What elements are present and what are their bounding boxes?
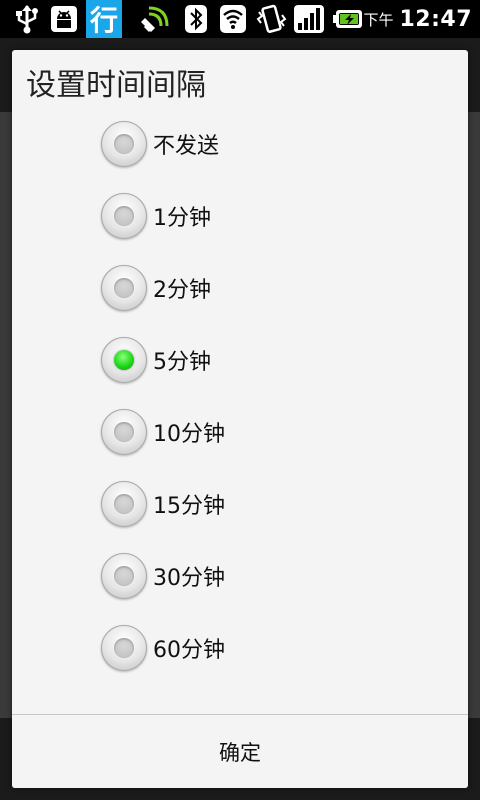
interval-dialog: 设置时间间隔 不发送 1分钟 2分钟 5分钟 10分钟 15分钟 30分钟 60… bbox=[12, 50, 468, 788]
signal-icon bbox=[292, 3, 326, 35]
bluetooth-icon bbox=[182, 3, 210, 35]
radio-button[interactable] bbox=[101, 337, 147, 383]
option-30-minutes[interactable]: 30分钟 bbox=[12, 540, 468, 612]
option-60-minutes[interactable]: 60分钟 bbox=[12, 612, 468, 684]
battery-charging-icon bbox=[332, 3, 366, 35]
radio-button[interactable] bbox=[101, 265, 147, 311]
confirm-button[interactable]: 确定 bbox=[12, 715, 468, 788]
wifi-icon bbox=[218, 3, 248, 35]
radio-indicator bbox=[114, 206, 134, 226]
radio-indicator bbox=[114, 638, 134, 658]
option-label: 15分钟 bbox=[153, 494, 225, 519]
radio-indicator bbox=[114, 422, 134, 442]
option-label: 2分钟 bbox=[153, 278, 211, 303]
option-label: 不发送 bbox=[153, 134, 220, 159]
interval-options-list: 不发送 1分钟 2分钟 5分钟 10分钟 15分钟 30分钟 60分钟 bbox=[12, 108, 468, 684]
option-none[interactable]: 不发送 bbox=[12, 108, 468, 180]
radio-indicator bbox=[114, 566, 134, 586]
option-10-minutes[interactable]: 10分钟 bbox=[12, 396, 468, 468]
radio-indicator bbox=[114, 350, 134, 370]
option-2-minutes[interactable]: 2分钟 bbox=[12, 252, 468, 324]
clock-time: 12:47 bbox=[399, 6, 472, 32]
option-label: 1分钟 bbox=[153, 206, 211, 231]
dialog-button-bar: 确定 bbox=[12, 715, 468, 788]
option-1-minute[interactable]: 1分钟 bbox=[12, 180, 468, 252]
radio-button[interactable] bbox=[101, 625, 147, 671]
status-bar: 行 下午 12:47 bbox=[0, 0, 480, 38]
option-label: 10分钟 bbox=[153, 422, 225, 447]
option-5-minutes[interactable]: 5分钟 bbox=[12, 324, 468, 396]
app-notification-icon: 行 bbox=[86, 0, 122, 38]
radio-button[interactable] bbox=[101, 481, 147, 527]
radio-indicator bbox=[114, 278, 134, 298]
dialog-title: 设置时间间隔 bbox=[26, 68, 206, 103]
radio-indicator bbox=[114, 134, 134, 154]
android-debug-icon bbox=[48, 3, 80, 35]
radio-button[interactable] bbox=[101, 409, 147, 455]
radio-button[interactable] bbox=[101, 121, 147, 167]
vibrate-icon bbox=[254, 3, 288, 35]
option-label: 30分钟 bbox=[153, 566, 225, 591]
option-label: 5分钟 bbox=[153, 350, 211, 375]
option-15-minutes[interactable]: 15分钟 bbox=[12, 468, 468, 540]
app-notification-text: 行 bbox=[89, 4, 118, 37]
radio-button[interactable] bbox=[101, 193, 147, 239]
gps-icon bbox=[140, 3, 174, 35]
option-label: 60分钟 bbox=[153, 638, 225, 663]
clock-ampm: 下午 bbox=[363, 10, 394, 29]
radio-indicator bbox=[114, 494, 134, 514]
usb-icon bbox=[12, 3, 42, 35]
clock: 下午 12:47 bbox=[363, 4, 472, 34]
radio-button[interactable] bbox=[101, 553, 147, 599]
